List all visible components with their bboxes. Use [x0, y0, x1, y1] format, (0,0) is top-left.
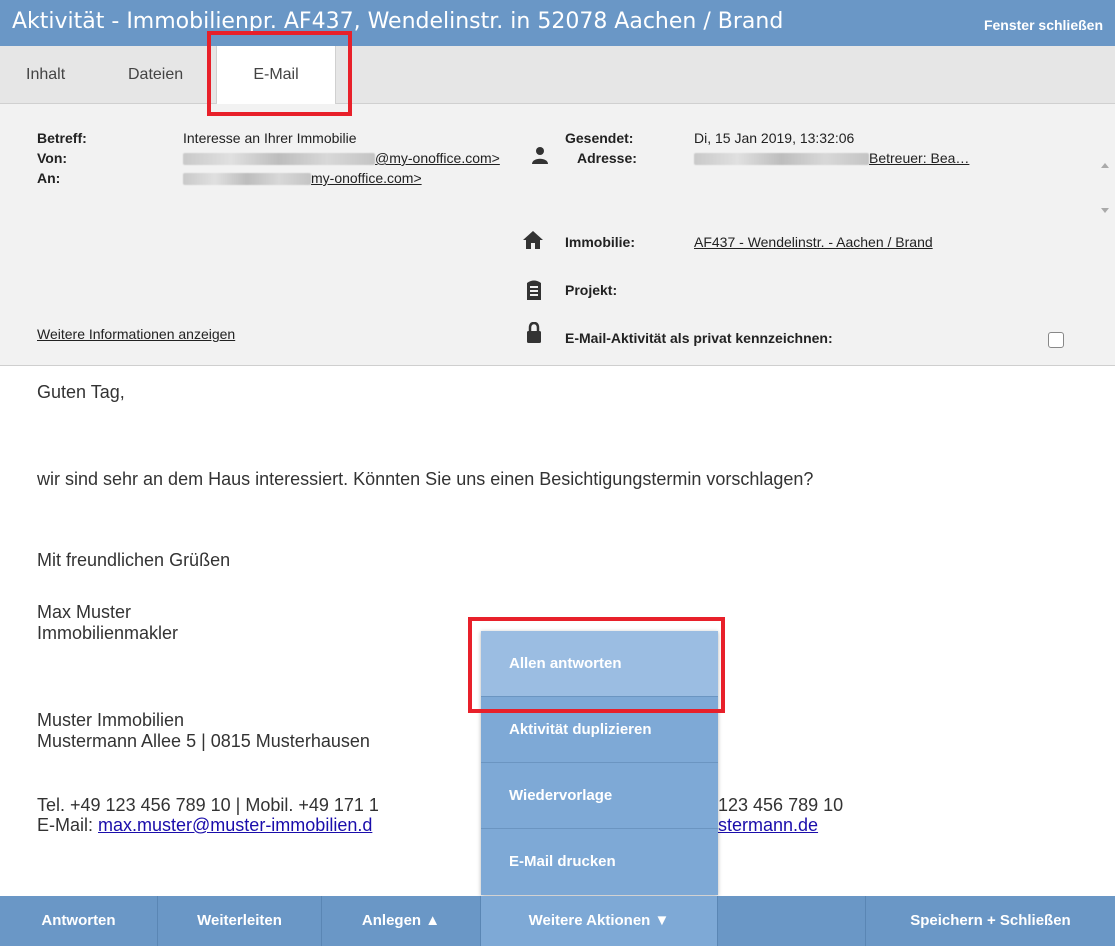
redacted-sender [183, 153, 375, 166]
antworten-button[interactable]: Antworten [0, 896, 158, 946]
projekt-label: Projekt: [565, 282, 618, 298]
body-email-prefix: E-Mail: [37, 815, 99, 835]
adresse-value[interactable]: Betreuer: Bea… [694, 150, 969, 166]
body-email-link[interactable]: max.muster@muster-immobilien.d [98, 815, 372, 835]
privat-label: E-Mail-Aktivität als privat kennzeichnen… [565, 330, 833, 346]
body-phone: Tel. +49 123 456 789 10 | Mobil. +49 171… [37, 795, 379, 815]
immobilie-link[interactable]: AF437 - Wendelinstr. - Aachen / Brand [694, 234, 933, 250]
immobilie-label: Immobilie: [565, 234, 636, 250]
tab-dateien[interactable]: Dateien [128, 46, 183, 104]
speichern-schliessen-button[interactable]: Speichern + Schließen [866, 896, 1115, 946]
von-value[interactable]: @my-onoffice.com> [183, 150, 500, 166]
body-name: Max Muster [37, 602, 132, 622]
weitere-aktionen-button[interactable]: Weitere Aktionen ▼ [481, 896, 718, 946]
window-title: Aktivität - Immobilienpr. AF437, Wendeli… [12, 9, 784, 34]
von-domain: @my-onoffice.com> [375, 150, 500, 166]
tab-bar: Inhalt Dateien E-Mail [0, 46, 1115, 105]
tab-inhalt[interactable]: Inhalt [26, 46, 65, 104]
anlegen-button[interactable]: Anlegen ▲ [322, 896, 481, 946]
body-closing: Mit freundlichen Grüßen [37, 550, 231, 570]
redacted-recipient [183, 173, 311, 186]
email-header: Betreff: Interesse an Ihrer Immobilie Vo… [0, 104, 1115, 366]
von-label: Von: [37, 150, 68, 166]
window-titlebar: Aktivität - Immobilienpr. AF437, Wendeli… [0, 0, 1115, 46]
tab-email[interactable]: E-Mail [216, 46, 336, 105]
person-icon [532, 147, 548, 164]
weiterleiten-button[interactable]: Weiterleiten [158, 896, 322, 946]
body-phone-rest: 123 456 789 10 [718, 795, 844, 815]
house-icon [523, 231, 543, 249]
body-greeting: Guten Tag, [37, 382, 125, 402]
building-icon [527, 280, 541, 300]
close-window-button[interactable]: Fenster schließen [984, 17, 1103, 33]
empty-bar-slot [718, 896, 866, 946]
body-web-link[interactable]: stermann.de [718, 815, 818, 836]
adresse-label: Adresse: [577, 150, 637, 166]
more-info-link[interactable]: Weitere Informationen anzeigen [37, 326, 235, 342]
menu-item-wiedervorlage[interactable]: Wiedervorlage [481, 763, 718, 829]
body-email-line: E-Mail: max.muster@muster-immobilien.d [37, 815, 372, 836]
redacted-address [694, 153, 869, 166]
gesendet-value: Di, 15 Jan 2019, 13:32:06 [694, 130, 855, 146]
adresse-betreuer: Betreuer: Bea… [869, 150, 970, 166]
gesendet-label: Gesendet: [565, 130, 634, 146]
betreff-value: Interesse an Ihrer Immobilie [183, 130, 357, 146]
an-domain: my-onoffice.com> [311, 170, 422, 186]
menu-item-allen-antworten[interactable]: Allen antworten [481, 631, 718, 697]
header-scrollbar[interactable] [1095, 154, 1115, 244]
betreff-label: Betreff: [37, 130, 87, 146]
body-role: Immobilienmakler [37, 623, 179, 643]
an-label: An: [37, 170, 61, 186]
scroll-arrows-icon [1101, 163, 1109, 213]
body-paragraph: wir sind sehr an dem Haus interessiert. … [37, 469, 814, 489]
bottom-action-bar: Antworten Weiterleiten Anlegen ▲ Weitere… [0, 896, 1115, 946]
menu-item-aktivitaet-duplizieren[interactable]: Aktivität duplizieren [481, 697, 718, 763]
body-address: Mustermann Allee 5 | 0815 Musterhausen [37, 731, 370, 751]
body-company: Muster Immobilien [37, 710, 185, 730]
menu-item-email-drucken[interactable]: E-Mail drucken [481, 829, 718, 895]
an-value[interactable]: my-onoffice.com> [183, 170, 422, 186]
lock-icon [527, 322, 541, 343]
weitere-aktionen-menu: Allen antworten Aktivität duplizieren Wi… [481, 631, 718, 895]
privat-checkbox[interactable] [1048, 332, 1064, 348]
